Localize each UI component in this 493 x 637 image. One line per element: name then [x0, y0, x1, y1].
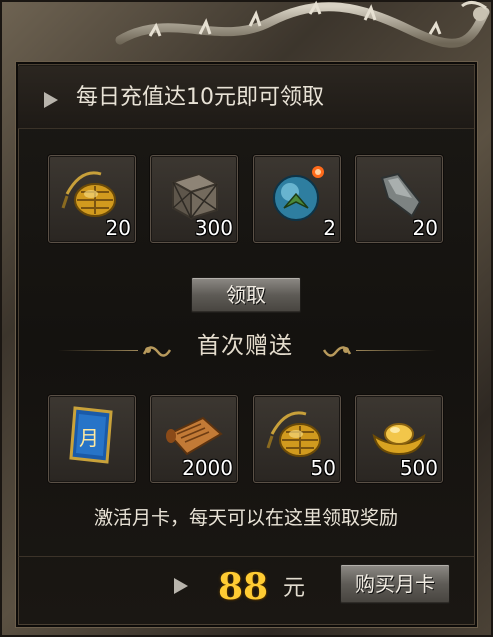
price-arrow-icon: [174, 578, 188, 594]
reward-quantity: 2000: [182, 456, 233, 480]
description-text: 激活月卡，每天可以在这里领取奖励: [93, 507, 398, 529]
blue-orb-icon: [273, 166, 324, 221]
header-arrow-icon: [44, 92, 58, 108]
reward-slot-beetle-2[interactable]: 50: [253, 395, 341, 483]
reward-slot-stone[interactable]: 20: [355, 155, 443, 243]
divider-left: [58, 350, 138, 351]
reward-quantity: 2: [323, 216, 336, 240]
claim-button[interactable]: 领取: [191, 277, 301, 313]
reward-quantity: 300: [194, 216, 233, 240]
reward-slot-scroll[interactable]: 2000: [150, 395, 238, 483]
buy-month-card-button[interactable]: 购买月卡: [340, 564, 450, 604]
bottom-divider: [18, 556, 474, 557]
price-unit: 元: [283, 576, 306, 601]
reward-slot-orb[interactable]: 2: [253, 155, 341, 243]
dragon-ornament-icon: [115, 0, 490, 48]
divider-right: [356, 350, 436, 351]
reward-quantity: 20: [412, 216, 438, 240]
reward-slot-crate[interactable]: 300: [150, 155, 238, 243]
reward-slot-beetle[interactable]: 20: [48, 155, 136, 243]
reward-quantity: 500: [399, 456, 438, 480]
price-value: 88: [218, 566, 269, 608]
ornament-right-icon: [322, 346, 352, 357]
reward-quantity: 50: [310, 456, 336, 480]
ornament-left-icon: [142, 346, 172, 357]
reward-quantity: 20: [105, 216, 131, 240]
first-gift-title: 首次赠送: [197, 333, 293, 359]
month-card-char: 月: [79, 426, 99, 450]
reward-slot-month-card[interactable]: 月: [48, 395, 136, 483]
header-title: 每日充值达10元即可领取: [76, 85, 324, 110]
reward-slot-ingot[interactable]: 500: [355, 395, 443, 483]
